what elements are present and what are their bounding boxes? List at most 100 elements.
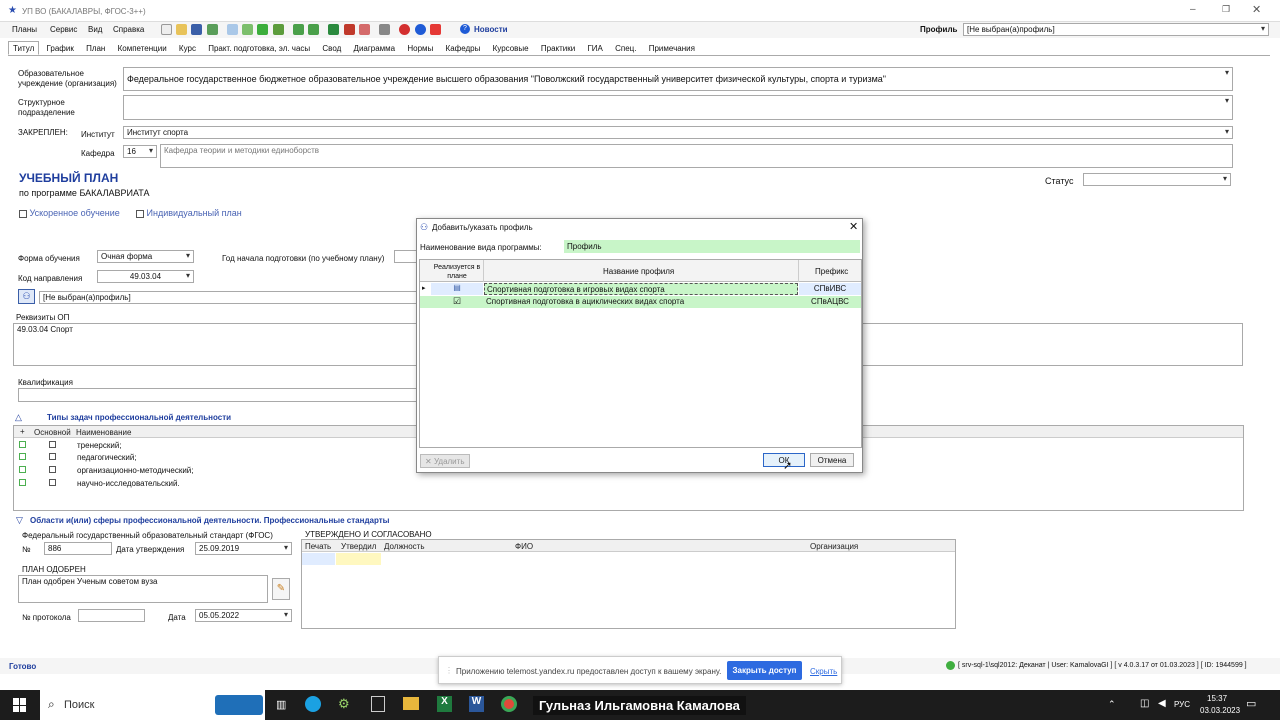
pdf-icon[interactable] [343,24,355,35]
year-field[interactable] [394,250,418,263]
start-icon[interactable] [13,698,27,712]
explorer-icon[interactable] [403,697,419,710]
sig-print-cell[interactable] [302,553,335,565]
menu-service[interactable]: Сервис [50,25,77,34]
tab-practice[interactable]: Практ. подготовка, эл. часы [203,41,315,55]
stop-icon[interactable] [399,24,411,35]
edit-approved-button[interactable]: ✎ [272,578,290,600]
print-icon[interactable] [379,24,391,35]
kval-field[interactable] [18,388,418,402]
fgos-num-field[interactable]: 886 [44,542,112,555]
task-row[interactable]: научно-исследовательский. [14,477,414,489]
task-select-check[interactable] [19,479,26,486]
export-icon[interactable] [358,24,370,35]
excel-icon[interactable] [328,24,340,35]
task-row[interactable]: организационно-методический; [14,464,414,476]
check-icon[interactable] [257,24,269,35]
form-select[interactable]: Очная форма [97,250,194,263]
tab-notes[interactable]: Примечания [644,41,700,55]
protocol-field[interactable] [78,609,145,622]
calculator-icon[interactable] [371,696,385,712]
sync-icon[interactable] [308,24,320,35]
word-taskbar-icon[interactable]: W [469,696,484,712]
profile-row[interactable]: ▸ ▤ Спортивная подготовка в игровых вида… [420,283,861,295]
sig-approved-cell[interactable] [336,553,381,565]
volume-icon[interactable]: ◀ [1158,698,1166,709]
status-select[interactable] [1083,173,1231,186]
institut-select[interactable]: Институт спорта [123,126,1233,139]
network-icon[interactable]: ◫ [1140,698,1149,709]
chrome-icon[interactable] [501,696,517,712]
edit-icon[interactable] [272,24,284,35]
taskbar-search[interactable]: ⌕ Поиск [40,690,265,720]
task-main-check[interactable] [49,453,56,460]
accelerated-checkbox[interactable]: Ускоренное обучение [19,208,120,218]
tasks-col-plus[interactable]: + [20,427,25,436]
tab-competencies[interactable]: Компетенции [113,41,172,55]
org-select[interactable]: Федеральное государственное бюджетное об… [123,67,1233,91]
row-prefix-cell[interactable]: СПвАЦВС [799,296,861,308]
tab-gia[interactable]: ГИА [582,41,607,55]
individual-checkbox[interactable]: Индивидуальный план [136,208,242,218]
new-icon[interactable] [161,24,172,35]
tab-departments[interactable]: Кафедры [441,41,486,55]
profile-select[interactable]: [Не выбран(а)профиль] [963,23,1269,36]
tab-svod[interactable]: Свод [317,41,346,55]
tray-chevron-icon[interactable]: ⌃ [1108,699,1116,710]
task-main-check[interactable] [49,479,56,486]
menu-view[interactable]: Вид [88,25,102,34]
task-view-icon[interactable]: ▥ [276,698,286,711]
task-select-check[interactable] [19,466,26,473]
row-realized-cell[interactable]: ▤ [431,283,483,295]
dialog-close-icon[interactable]: ✕ [849,220,858,233]
tab-course[interactable]: Курс [174,41,201,55]
date2-field[interactable]: 05.05.2022 [195,609,292,622]
users-icon[interactable] [206,24,218,35]
open-icon[interactable] [176,24,188,35]
menu-help[interactable]: Справка [113,25,144,34]
tab-spec[interactable]: Спец. [610,41,641,55]
close-window-button[interactable]: ✕ [1252,3,1261,16]
alert-icon[interactable] [429,24,441,35]
settings-taskbar-icon[interactable]: ⚙ [338,696,350,712]
row-prefix-cell[interactable]: СПвИВС [799,283,861,295]
save-icon[interactable] [191,24,203,35]
row-realized-check[interactable]: ☑ [431,296,483,308]
delete-button[interactable]: ✕ Удалить [420,454,470,468]
approved-field[interactable]: План одобрен Ученым советом вуза [18,575,268,603]
cancel-button[interactable]: Отмена [810,453,854,467]
list-icon[interactable] [242,24,254,35]
clock-date[interactable]: 03.03.2023 [1200,706,1240,715]
task-main-check[interactable] [49,441,56,448]
tab-coursework[interactable]: Курсовые [488,41,534,55]
task-select-check[interactable] [19,441,26,448]
kafedra-num-select[interactable]: 16 [123,145,157,158]
language-indicator[interactable]: РУС [1174,700,1190,709]
areas-collapse-icon[interactable]: ▽ [16,515,23,526]
sig-row[interactable] [302,553,955,565]
drag-handle-icon[interactable]: ⋮ [445,666,453,675]
notifications-icon[interactable]: ▭ [1246,697,1256,710]
edge-icon[interactable] [305,696,321,712]
tab-titul[interactable]: Титул [8,41,40,55]
profile-users-button[interactable]: ⚇ [18,289,35,304]
task-main-check[interactable] [49,466,56,473]
code-select[interactable]: 49.03.04 [97,270,194,283]
news-link[interactable]: Новости [474,25,508,34]
maximize-button[interactable]: ❐ [1222,4,1230,15]
tab-grafik[interactable]: График [41,41,78,55]
tab-plan[interactable]: План [81,41,110,55]
close-share-button[interactable]: Закрыть доступ [727,661,802,680]
filter-icon[interactable] [226,24,238,35]
fgos-date-field[interactable]: 25.09.2019 [195,542,292,555]
info-icon[interactable] [414,24,426,35]
menu-plans[interactable]: Планы [12,25,37,34]
task-row[interactable]: педагогический; [14,451,414,463]
excel-taskbar-icon[interactable]: X [437,696,452,712]
task-row[interactable]: тренерский; [14,439,414,451]
struct-select[interactable] [123,95,1233,120]
tasks-collapse-icon[interactable]: △ [15,412,22,423]
tab-norms[interactable]: Нормы [402,41,438,55]
hide-share-link[interactable]: Скрыть [810,667,837,676]
tab-diagram[interactable]: Диаграмма [349,41,401,55]
